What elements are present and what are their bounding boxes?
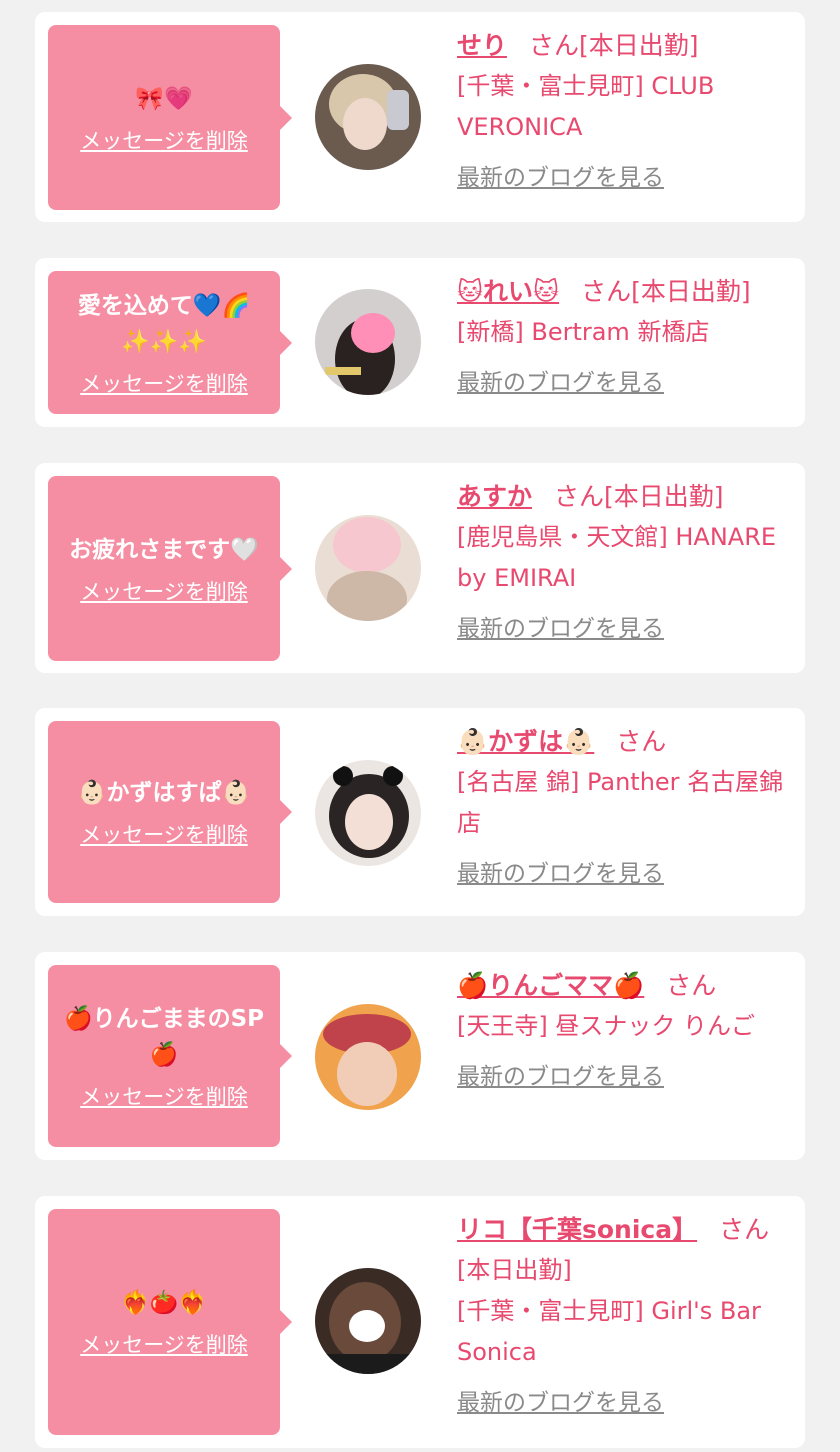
delete-message-link[interactable]: メッセージを削除 — [80, 1329, 248, 1359]
avatar[interactable] — [315, 515, 421, 621]
cast-info: 🍎りんごママ🍎 さん [天王寺] 昼スナック りんご 最新のブログを見る — [457, 966, 791, 1091]
delete-message-link[interactable]: メッセージを削除 — [80, 1081, 248, 1111]
blog-link[interactable]: 最新のブログを見る — [457, 1057, 664, 1091]
cast-info: リコ【千葉sonica】 さん [本日出勤] [千葉・富士見町] Girl's B… — [457, 1210, 791, 1417]
cast-status: [本日出勤] — [457, 1256, 572, 1284]
list-item: お疲れさまです🤍 メッセージを削除 あすか さん[本日出勤] [鹿児島県・天文館]… — [35, 463, 805, 673]
cast-info: 👶🏻かずは👶🏻 さん [名古屋 錦] Panther 名古屋錦店 最新のブログを見… — [457, 722, 791, 888]
shop-name: [鹿児島県・天文館] HANARE by EMIRAI — [457, 523, 777, 592]
avatar[interactable] — [315, 1268, 421, 1374]
delete-message-link[interactable]: メッセージを削除 — [80, 125, 248, 155]
blog-link[interactable]: 最新のブログを見る — [457, 158, 664, 192]
list-item: ❤️‍🔥🍅❤️‍🔥 メッセージを削除 リコ【千葉sonica】 さん [本日出勤]… — [35, 1196, 805, 1448]
message-text: お疲れさまです🤍 — [69, 536, 259, 563]
avatar[interactable] — [315, 760, 421, 866]
list-item: 👶🏻かずはすぱ👶🏻 メッセージを削除 👶🏻かずは👶🏻 さん [名古屋 錦] Pan… — [35, 708, 805, 916]
cast-info: せり さん[本日出勤] [千葉・富士見町] CLUB VERONICA 最新のブロ… — [457, 26, 791, 192]
cast-name-link[interactable]: 🐱れい🐱 — [457, 277, 559, 306]
message-bubble: 🍎りんごままのSP🍎 メッセージを削除 — [48, 965, 292, 1147]
delete-message-link[interactable]: メッセージを削除 — [80, 368, 248, 398]
cast-name-link[interactable]: せり — [457, 31, 507, 60]
message-bubble: 👶🏻かずはすぱ👶🏻 メッセージを削除 — [48, 721, 292, 903]
list-item: 愛を込めて💙🌈✨✨✨ メッセージを削除 🐱れい🐱 さん[本日出勤] [新橋] Be… — [35, 258, 805, 427]
shop-name: [新橋] Bertram 新橋店 — [457, 318, 710, 346]
cast-suffix: さん — [719, 1215, 770, 1244]
cast-name-link[interactable]: 👶🏻かずは👶🏻 — [457, 727, 594, 756]
shop-name: [千葉・富士見町] CLUB VERONICA — [457, 72, 715, 141]
message-text: 🍎りんごままのSP🍎 — [63, 1006, 265, 1068]
message-bubble: 愛を込めて💙🌈✨✨✨ メッセージを削除 — [48, 271, 292, 414]
avatar[interactable] — [315, 64, 421, 170]
message-text: 🎀💗 — [135, 85, 193, 112]
message-text: 👶🏻かずはすぱ👶🏻 — [77, 780, 251, 806]
blog-link[interactable]: 最新のブログを見る — [457, 854, 664, 888]
shop-name: [名古屋 錦] Panther 名古屋錦店 — [457, 768, 784, 837]
cast-suffix: さん[本日出勤] — [529, 31, 699, 60]
blog-link[interactable]: 最新のブログを見る — [457, 609, 664, 643]
list-item: 🍎りんごままのSP🍎 メッセージを削除 🍎りんごママ🍎 さん [天王寺] 昼スナッ… — [35, 952, 805, 1160]
avatar[interactable] — [315, 1004, 421, 1110]
shop-name: [天王寺] 昼スナック りんご — [457, 1012, 755, 1040]
blog-link[interactable]: 最新のブログを見る — [457, 1383, 664, 1417]
cast-suffix: さん[本日出勤] — [554, 482, 724, 511]
blog-link[interactable]: 最新のブログを見る — [457, 363, 664, 397]
avatar[interactable] — [315, 289, 421, 395]
message-list: 🎀💗 メッセージを削除 せり さん[本日出勤] [千葉・富士見町] CLUB VE… — [0, 0, 840, 1452]
message-text: 愛を込めて💙🌈✨✨✨ — [77, 292, 251, 355]
cast-name-link[interactable]: 🍎りんごママ🍎 — [457, 971, 644, 1000]
cast-suffix: さん[本日出勤] — [581, 277, 751, 306]
cast-suffix: さん — [666, 971, 717, 1000]
cast-suffix: さん — [616, 727, 667, 756]
message-bubble: お疲れさまです🤍 メッセージを削除 — [48, 476, 292, 661]
message-text: ❤️‍🔥🍅❤️‍🔥 — [121, 1290, 207, 1316]
cast-name-link[interactable]: リコ【千葉sonica】 — [457, 1215, 697, 1244]
cast-name-link[interactable]: あすか — [457, 482, 532, 511]
cast-info: あすか さん[本日出勤] [鹿児島県・天文館] HANARE by EMIRAI … — [457, 477, 791, 643]
message-bubble: ❤️‍🔥🍅❤️‍🔥 メッセージを削除 — [48, 1209, 292, 1435]
delete-message-link[interactable]: メッセージを削除 — [80, 576, 248, 606]
cast-info: 🐱れい🐱 さん[本日出勤] [新橋] Bertram 新橋店 最新のブログを見る — [457, 272, 791, 397]
message-bubble: 🎀💗 メッセージを削除 — [48, 25, 292, 210]
delete-message-link[interactable]: メッセージを削除 — [80, 819, 248, 849]
list-item: 🎀💗 メッセージを削除 せり さん[本日出勤] [千葉・富士見町] CLUB VE… — [35, 12, 805, 222]
shop-name: [千葉・富士見町] Girl's Bar Sonica — [457, 1297, 761, 1366]
